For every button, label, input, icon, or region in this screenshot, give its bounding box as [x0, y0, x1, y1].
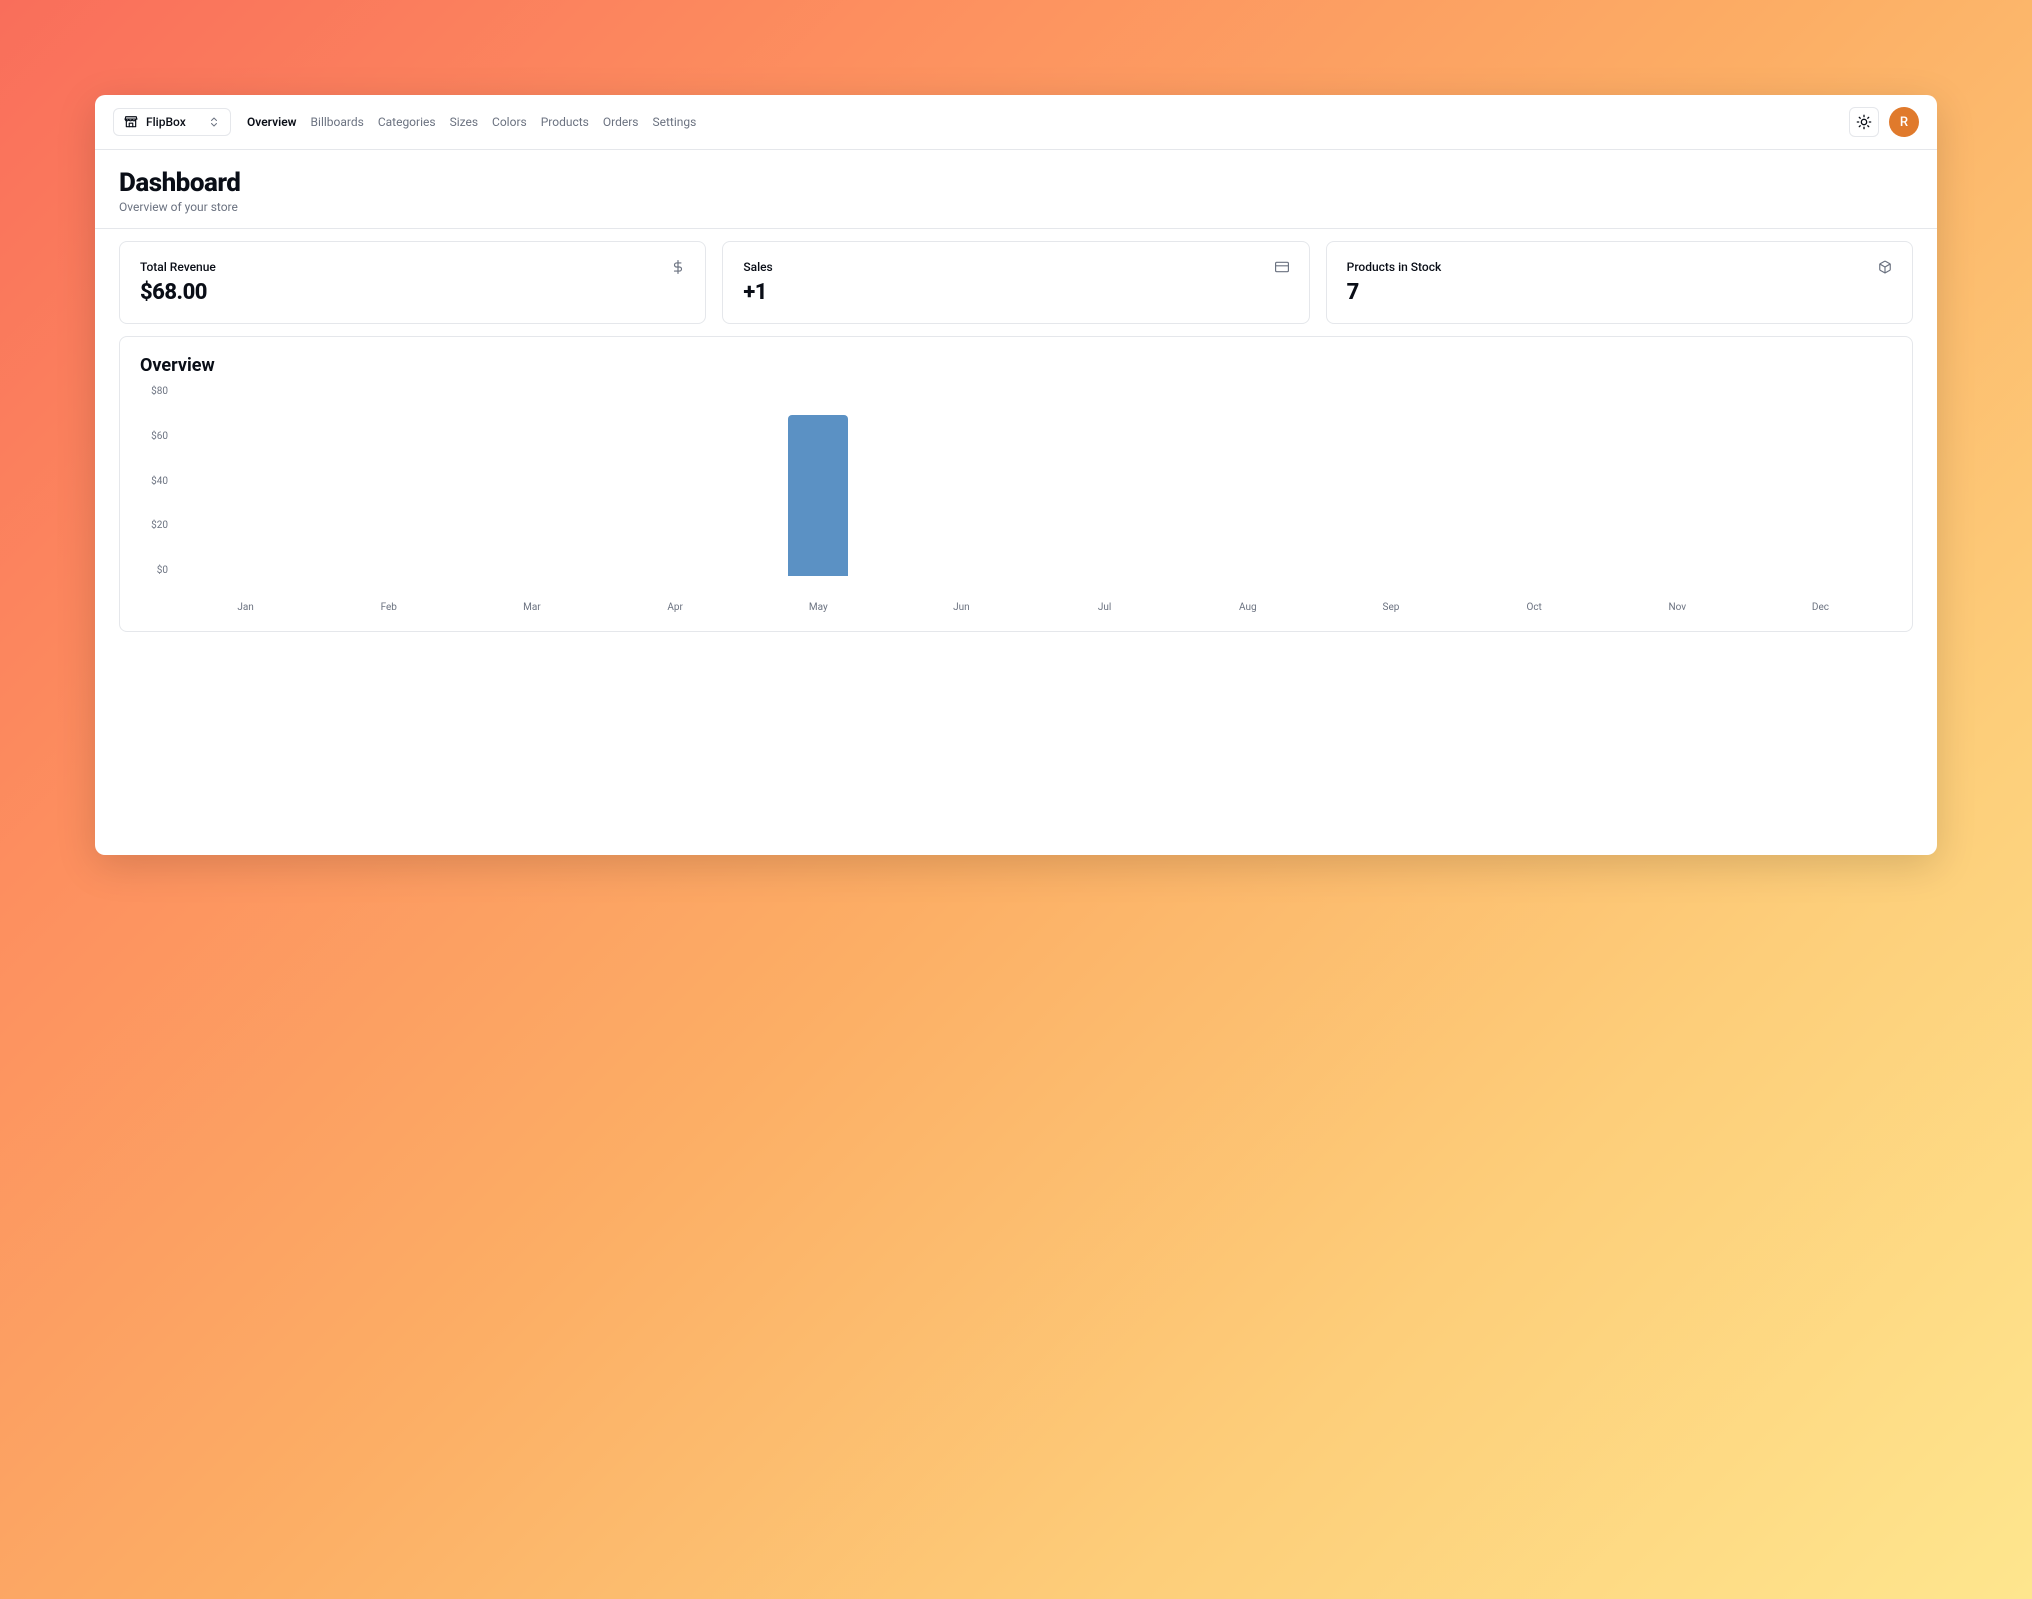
x-tick: Mar: [460, 596, 603, 613]
navbar-right: R: [1849, 107, 1919, 137]
bar-slot: [1463, 386, 1606, 576]
page-header: Dashboard Overview of your store: [95, 150, 1937, 229]
app-window: FlipBox Overview Billboards Categories Size…: [95, 95, 1937, 855]
sun-icon: [1856, 114, 1872, 130]
nav-link-products[interactable]: Products: [541, 115, 589, 129]
stat-value: 7: [1347, 280, 1892, 305]
nav-link-settings[interactable]: Settings: [652, 115, 696, 129]
bar-slot: [1319, 386, 1462, 576]
bar-slot: [174, 386, 317, 576]
page-title: Dashboard: [119, 168, 1913, 198]
nav-link-orders[interactable]: Orders: [603, 115, 639, 129]
chart-card: Overview $80$60$40$20$0 JanFebMarAprMayJ…: [119, 336, 1913, 632]
stat-header: Products in Stock: [1347, 260, 1892, 274]
stat-value: $68.00: [140, 280, 685, 305]
store-icon: [124, 115, 138, 129]
x-tick: Oct: [1463, 596, 1606, 613]
y-tick: $60: [140, 431, 168, 442]
x-tick: Jun: [890, 596, 1033, 613]
nav-link-categories[interactable]: Categories: [378, 115, 436, 129]
chart-area: $80 $60 $40 $20 $0: [140, 386, 1892, 596]
chart-title: Overview: [140, 355, 1892, 376]
stats-grid: Total Revenue $68.00 Sales +1 Products i…: [119, 241, 1913, 324]
stat-card-stock: Products in Stock 7: [1326, 241, 1913, 324]
nav-link-colors[interactable]: Colors: [492, 115, 527, 129]
stat-header: Total Revenue: [140, 260, 685, 274]
bar-slot: [1606, 386, 1749, 576]
x-tick: Dec: [1749, 596, 1892, 613]
x-tick: Jul: [1033, 596, 1176, 613]
credit-card-icon: [1275, 260, 1289, 274]
x-tick: Sep: [1319, 596, 1462, 613]
store-name: FlipBox: [146, 115, 200, 129]
package-icon: [1878, 260, 1892, 274]
x-tick: May: [747, 596, 890, 613]
bar-slot: [1033, 386, 1176, 576]
stat-value: +1: [743, 280, 1288, 305]
y-tick: $40: [140, 476, 168, 487]
stat-card-sales: Sales +1: [722, 241, 1309, 324]
stat-label: Sales: [743, 260, 772, 274]
x-tick: Jan: [174, 596, 317, 613]
y-axis: $80 $60 $40 $20 $0: [140, 386, 174, 576]
stat-label: Products in Stock: [1347, 260, 1442, 274]
x-tick: Apr: [604, 596, 747, 613]
nav-link-sizes[interactable]: Sizes: [450, 115, 478, 129]
theme-toggle[interactable]: [1849, 107, 1879, 137]
bar-slot: [317, 386, 460, 576]
nav-links: Overview Billboards Categories Sizes Colors P…: [247, 115, 696, 129]
stat-header: Sales: [743, 260, 1288, 274]
chart-plot: [174, 386, 1892, 576]
stat-label: Total Revenue: [140, 260, 216, 274]
y-tick: $20: [140, 520, 168, 531]
nav-link-billboards[interactable]: Billboards: [311, 115, 364, 129]
x-tick: Nov: [1606, 596, 1749, 613]
bar-slot: [1176, 386, 1319, 576]
bar-slot: [747, 386, 890, 576]
dollar-icon: [671, 260, 685, 274]
x-tick: Feb: [317, 596, 460, 613]
content: Total Revenue $68.00 Sales +1 Products i…: [95, 229, 1937, 644]
navbar: FlipBox Overview Billboards Categories Size…: [95, 95, 1937, 150]
bar-slot: [460, 386, 603, 576]
bar-slot: [604, 386, 747, 576]
bar-slot: [890, 386, 1033, 576]
page-subtitle: Overview of your store: [119, 200, 1913, 214]
x-tick: Aug: [1176, 596, 1319, 613]
chevron-up-down-icon: [208, 116, 220, 128]
bar: [788, 415, 848, 577]
x-axis: JanFebMarAprMayJunJulAugSepOctNovDec: [174, 596, 1892, 613]
bar-slot: [1749, 386, 1892, 576]
y-tick: $80: [140, 386, 168, 397]
store-switcher[interactable]: FlipBox: [113, 108, 231, 136]
y-tick: $0: [140, 565, 168, 576]
nav-link-overview[interactable]: Overview: [247, 115, 297, 129]
stat-card-revenue: Total Revenue $68.00: [119, 241, 706, 324]
avatar[interactable]: R: [1889, 107, 1919, 137]
